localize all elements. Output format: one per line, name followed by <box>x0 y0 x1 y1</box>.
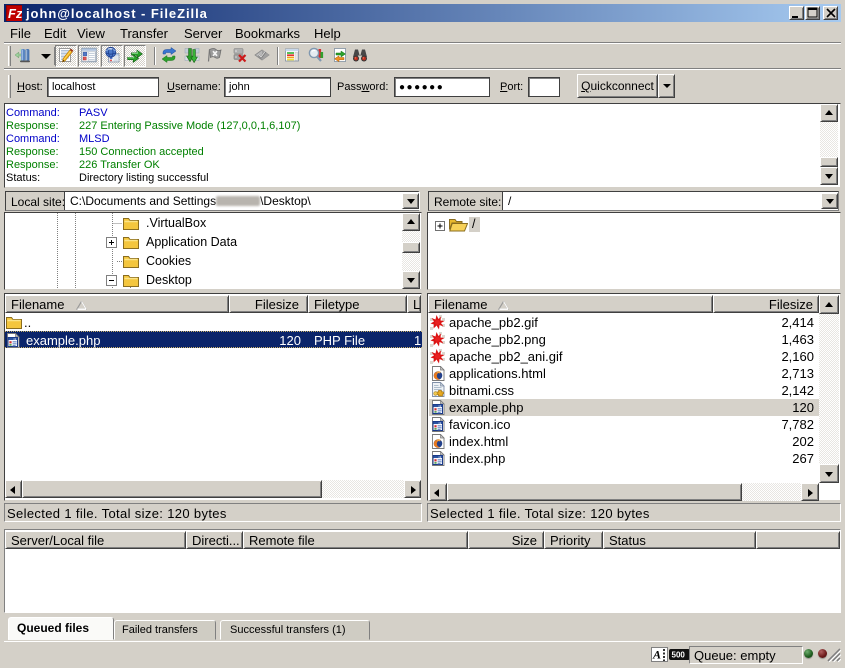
svg-text:A: A <box>652 648 661 662</box>
svg-text:500: 500 <box>672 651 686 660</box>
svg-text:Fz: Fz <box>8 6 22 21</box>
